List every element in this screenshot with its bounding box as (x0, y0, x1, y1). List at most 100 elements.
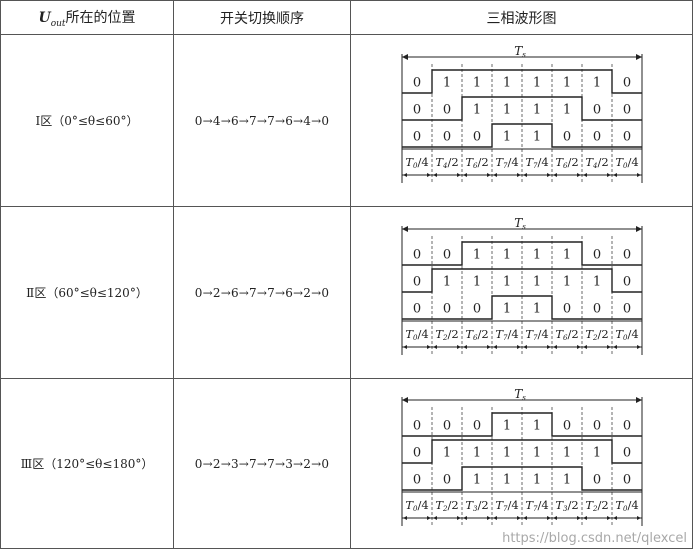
phase-digit: 0 (622, 102, 630, 117)
switch-sequence: 0→2→3→7→7→3→2→0 (173, 378, 351, 549)
phase-digit: 1 (532, 418, 540, 433)
phase-digit: 1 (532, 274, 540, 289)
header-row: Uout所在的位置 开关切换顺序 三相波形图 (0, 0, 693, 35)
table-row: Ⅱ区（60°≤θ≤120°） 0→2→6→7→7→6→2→0 Ts 0 0 1 1 1 1 0… (0, 206, 693, 379)
phase-digit: 0 (472, 129, 480, 144)
time-arrow-head (612, 344, 617, 349)
table-row: Ⅲ区（120°≤θ≤180°） 0→2→3→7→7→3→2→0 Ts 0 0 0 1 1 0… (0, 378, 693, 549)
time-label: T3/2 (465, 498, 488, 513)
time-arrow-head (516, 344, 521, 349)
time-label: T2/2 (435, 498, 458, 513)
time-arrow-head (402, 344, 407, 349)
phase-digit: 0 (622, 472, 630, 487)
phase-digit: 1 (442, 75, 450, 90)
phase-digit: 1 (502, 445, 510, 460)
time-label: T0/4 (405, 155, 428, 170)
time-arrow-head (516, 515, 521, 520)
arrow-head-right (635, 225, 642, 232)
phase-digit: 1 (592, 274, 600, 289)
arrow-head-right (635, 396, 642, 403)
time-label: T6/2 (555, 155, 578, 170)
phase-digit: 0 (622, 247, 630, 262)
phase-digit: 1 (472, 472, 480, 487)
table-row: Ⅰ区（0°≤θ≤60°） 0→4→6→7→7→6→4→0 Ts 0 1 1 1 1 1 1 0 0… (0, 34, 693, 207)
phase-digit: 0 (592, 418, 600, 433)
phase-digit: 1 (502, 75, 510, 90)
time-arrow-head (462, 344, 467, 349)
time-label: T3/2 (555, 498, 578, 513)
time-label: T6/2 (465, 327, 488, 342)
time-arrow-head (432, 515, 437, 520)
zone-label: Ⅰ区（0°≤θ≤60°） (0, 34, 174, 207)
time-arrow-head (552, 172, 557, 177)
phase-digit: 1 (562, 274, 570, 289)
waveform-diagram: Ts 0 0 0 1 1 0 0 0 0 1 1 1 1 1 1 0 0 0 1 1 1 1 0 0 T0/4 T2/2 T3/2 T7… (401, 389, 642, 526)
phase-digit: 1 (532, 445, 540, 460)
phase-digit: 0 (622, 445, 630, 460)
time-label: T2/2 (585, 498, 608, 513)
time-arrow-head (606, 515, 611, 520)
time-label: T7/4 (525, 498, 548, 513)
phase-digit: 1 (562, 75, 570, 90)
time-arrow-head (582, 172, 587, 177)
phase-digit: 0 (622, 418, 630, 433)
phase-digit: 0 (442, 102, 450, 117)
time-arrow-head (582, 515, 587, 520)
waveform-diagram: Ts 0 1 1 1 1 1 1 0 0 0 1 1 1 1 0 0 0 0 0 1 1 0 0 0 T0/4 T4/2 T6/2 T7… (401, 46, 642, 183)
time-arrow-head (576, 515, 581, 520)
phase-digit: 1 (532, 129, 540, 144)
phase-digit: 1 (502, 301, 510, 316)
time-arrow-head (582, 344, 587, 349)
phase-digit: 1 (472, 445, 480, 460)
time-arrow-head (426, 344, 431, 349)
phase-digit: 0 (442, 247, 450, 262)
time-label: T4/2 (435, 155, 458, 170)
header-waveform: 三相波形图 (350, 0, 693, 35)
time-label: T0/4 (405, 498, 428, 513)
phase-digit: 1 (442, 274, 450, 289)
time-arrow-head (426, 172, 431, 177)
time-arrow-head (546, 344, 551, 349)
time-arrow-head (576, 172, 581, 177)
time-arrow-head (576, 344, 581, 349)
waveform-cell: Ts 0 0 1 1 1 1 0 0 0 1 1 1 1 1 1 0 0 0 0 1 1 0 0 0 T0/4 T2/2 T6/2 T7… (350, 206, 693, 379)
phase-digit: 1 (592, 445, 600, 460)
time-label: T7/4 (525, 327, 548, 342)
phase-digit: 1 (562, 102, 570, 117)
time-arrow-head (516, 172, 521, 177)
phase-digit: 1 (562, 247, 570, 262)
zone-label: Ⅱ区（60°≤θ≤120°） (0, 206, 174, 379)
phase-digit: 0 (412, 445, 420, 460)
phase-digit: 1 (502, 472, 510, 487)
period-label: Ts (514, 218, 526, 231)
time-arrow-head (486, 344, 491, 349)
time-arrow-head (612, 515, 617, 520)
header-position: Uout所在的位置 (0, 0, 174, 35)
time-arrow-head (636, 344, 641, 349)
header-var: U (38, 9, 51, 26)
phase-digit: 1 (532, 472, 540, 487)
phase-digit: 1 (502, 129, 510, 144)
time-label: T0/4 (405, 327, 428, 342)
phase-digit: 0 (562, 301, 570, 316)
header-position-text: 所在的位置 (65, 9, 136, 26)
time-label: T7/4 (495, 155, 518, 170)
time-arrow-head (456, 515, 461, 520)
time-arrow-head (636, 515, 641, 520)
arrow-head-left (401, 396, 408, 403)
phase-digit: 1 (502, 102, 510, 117)
period-label: Ts (514, 389, 526, 402)
time-label: T2/2 (435, 327, 458, 342)
phase-digit: 0 (442, 129, 450, 144)
time-arrow-head (456, 172, 461, 177)
phase-digit: 0 (592, 129, 600, 144)
time-label: T7/4 (495, 327, 518, 342)
phase-digit: 0 (592, 102, 600, 117)
time-label: T6/2 (465, 155, 488, 170)
header-switch-order: 开关切换顺序 (173, 0, 351, 35)
time-arrow-head (492, 172, 497, 177)
phase-digit: 0 (412, 301, 420, 316)
time-arrow-head (546, 172, 551, 177)
phase-digit: 1 (562, 445, 570, 460)
time-label: T2/2 (585, 327, 608, 342)
